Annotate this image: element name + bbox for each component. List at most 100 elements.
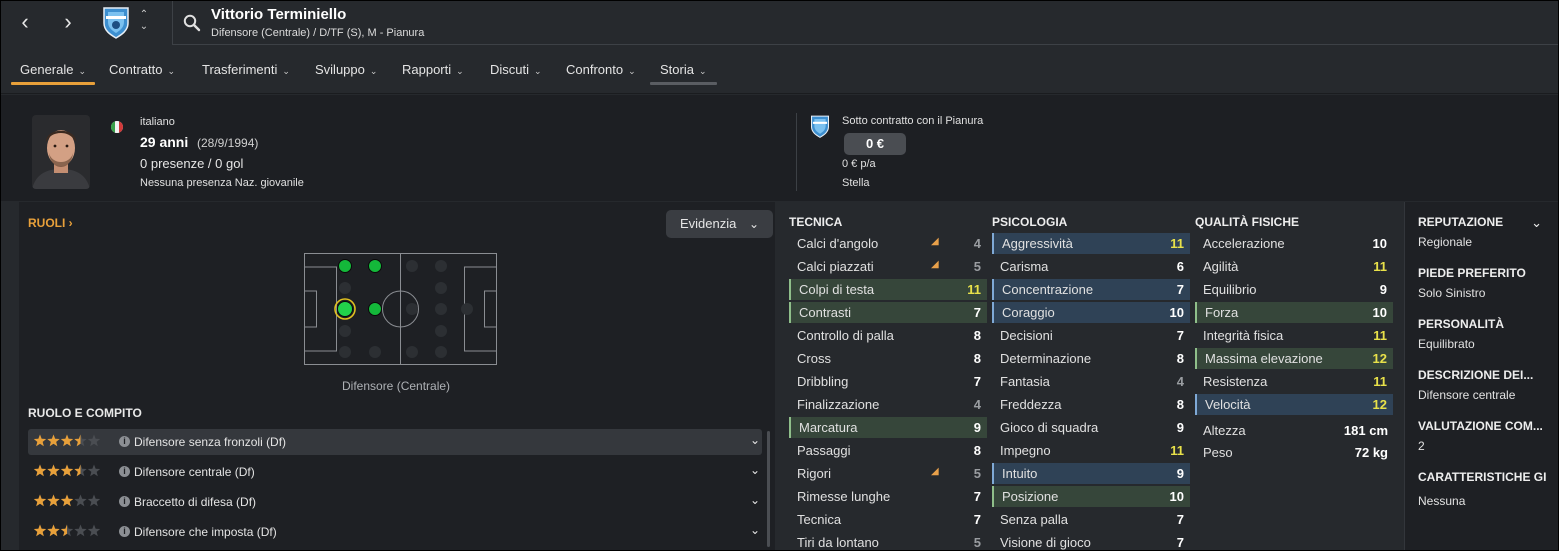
forward-button[interactable]: ›	[54, 9, 82, 37]
attribute-name: Cross	[797, 351, 831, 366]
active-tab-indicator	[11, 82, 95, 85]
attribute-name: Velocità	[1205, 397, 1251, 412]
tab-discuti[interactable]: Discuti ⌄	[490, 62, 542, 77]
info-icon[interactable]: i	[119, 526, 130, 537]
tab-generale[interactable]: Generale ⌄	[20, 62, 86, 77]
scrollbar[interactable]	[767, 431, 770, 547]
attribute-name: Forza	[1205, 305, 1239, 320]
attribute-row[interactable]: Accelerazione 10	[1195, 233, 1393, 254]
info-icon[interactable]: i	[119, 436, 130, 447]
chevron-down-icon[interactable]: ⌄	[1531, 215, 1542, 231]
chevron-down-icon: ⌄	[369, 66, 378, 76]
attribute-row[interactable]: Tecnica 7	[789, 509, 987, 530]
rating-title: VALUTAZIONE COM...	[1418, 419, 1543, 433]
tab-rapporti[interactable]: Rapporti ⌄	[402, 62, 464, 77]
role-row[interactable]: i Braccetto di difesa (Df) ⌄	[28, 489, 762, 515]
attribute-name: Resistenza	[1203, 374, 1268, 389]
attribute-row[interactable]: Intuito 9	[992, 463, 1190, 484]
player-subtitle: Difensore (Centrale) / D/TF (S), M - Pia…	[211, 27, 425, 39]
reputation-value: Regionale	[1418, 235, 1473, 249]
chevron-down-icon: ⌄	[282, 66, 290, 76]
youth-caps: Nessuna presenza Naz. giovanile	[140, 177, 304, 189]
divider	[796, 113, 797, 191]
attribute-row[interactable]: Coraggio 10	[992, 302, 1190, 323]
attribute-row[interactable]: Equilibrio 9	[1195, 279, 1393, 300]
chevron-down-icon[interactable]: ⌄	[750, 523, 760, 537]
attribute-row[interactable]: Calci d'angolo 4 ◢	[789, 233, 987, 254]
attribute-row[interactable]: Impegno 11	[992, 440, 1190, 461]
attribute-row[interactable]: Rimesse lunghe 7	[789, 486, 987, 507]
role-row[interactable]: i Difensore senza fronzoli (Df) ⌄	[28, 429, 762, 455]
position-dot-dl	[338, 259, 352, 273]
attribute-row[interactable]: Calci piazzati 5 ◢	[789, 256, 987, 277]
role-duty-title: RUOLO E COMPITO	[28, 406, 142, 420]
attribute-row[interactable]: Posizione 10	[992, 486, 1190, 507]
attribute-row[interactable]: Aggressività 11	[992, 233, 1190, 254]
attribute-row[interactable]: Colpi di testa 11	[789, 279, 987, 300]
info-icon[interactable]: i	[119, 496, 130, 507]
attribute-row[interactable]: Resistenza 11	[1195, 371, 1393, 392]
attribute-row[interactable]: Carisma 6	[992, 256, 1190, 277]
back-button[interactable]: ‹	[11, 9, 39, 37]
position-dot-wbl	[368, 259, 382, 273]
club-crest-icon[interactable]	[99, 5, 133, 39]
player-info-panel: italiano 29 anni (28/9/1994) 0 presenze …	[1, 95, 1558, 201]
attribute-row[interactable]: Rigori 5 ◢	[789, 463, 987, 484]
attribute-row[interactable]: Fantasia 4	[992, 371, 1190, 392]
attribute-row[interactable]: Determinazione 8	[992, 348, 1190, 369]
squad-status: Stella	[842, 177, 870, 189]
attribute-value: 11	[1373, 259, 1387, 274]
attribute-row[interactable]: Senza palla 7	[992, 509, 1190, 530]
attribute-row[interactable]: Integrità fisica 11	[1195, 325, 1393, 346]
attribute-row[interactable]: Concentrazione 7	[992, 279, 1190, 300]
role-row[interactable]: i Difensore centrale (Df) ⌄	[28, 459, 762, 485]
tab-sviluppo[interactable]: Sviluppo ⌄	[315, 62, 377, 77]
position-dot-dc[interactable]	[337, 301, 353, 317]
tab-trasferimenti[interactable]: Trasferimenti ⌄	[202, 62, 290, 77]
chevron-down-icon[interactable]: ⌄	[750, 433, 760, 447]
italy-flag-icon	[111, 121, 123, 133]
tab-storia[interactable]: Storia ⌄	[660, 62, 707, 77]
attribute-row[interactable]: Velocità 12	[1195, 394, 1393, 415]
attribute-name: Calci d'angolo	[797, 236, 879, 251]
attribute-row[interactable]: Decisioni 7	[992, 325, 1190, 346]
attribute-row[interactable]: Freddezza 8	[992, 394, 1190, 415]
roles-title[interactable]: RUOLI ›	[28, 216, 73, 230]
attribute-row[interactable]: Tiri da lontano 5	[789, 532, 987, 550]
tab-confronto[interactable]: Confronto ⌄	[566, 62, 636, 77]
role-label: Difensore centrale (Df)	[134, 465, 255, 479]
chevron-down-icon[interactable]: ⌄	[750, 463, 760, 477]
attribute-value: 11	[1170, 236, 1184, 251]
attribute-row[interactable]: Dribbling 7	[789, 371, 987, 392]
attribute-row[interactable]: Agilità 11	[1195, 256, 1393, 277]
tab-contratto[interactable]: Contratto ⌄	[109, 62, 175, 77]
height-label: Altezza	[1203, 423, 1246, 438]
psicologia-title: PSICOLOGIA	[992, 215, 1068, 229]
height-value: 181 cm	[1343, 423, 1388, 438]
info-icon[interactable]: i	[119, 466, 130, 477]
tab-label: Sviluppo	[315, 62, 365, 77]
attribute-name: Marcatura	[799, 420, 858, 435]
role-row[interactable]: i Difensore che imposta (Df) ⌄	[28, 519, 762, 545]
training-arrow-icon: ◢	[931, 236, 939, 247]
star-filled-icon	[33, 524, 47, 537]
attribute-name: Rigori	[797, 466, 831, 481]
attribute-row[interactable]: Finalizzazione 4	[789, 394, 987, 415]
transfer-value-badge[interactable]: 0 €	[844, 133, 906, 155]
attribute-row[interactable]: Gioco di squadra 9	[992, 417, 1190, 438]
attribute-row[interactable]: Marcatura 9	[789, 417, 987, 438]
attribute-row[interactable]: Massima elevazione 12	[1195, 348, 1393, 369]
chevron-down-icon[interactable]: ⌄	[750, 493, 760, 507]
chevron-down-icon: ⌄	[167, 66, 176, 76]
highlight-dropdown[interactable]: Evidenzia ⌄	[666, 210, 773, 238]
attribute-value: 6	[1176, 259, 1184, 274]
attribute-row[interactable]: Contrasti 7	[789, 302, 987, 323]
search-icon[interactable]	[183, 14, 201, 32]
attribute-value: 8	[973, 443, 981, 458]
attribute-row[interactable]: Controllo di palla 8	[789, 325, 987, 346]
attribute-row[interactable]: Cross 8	[789, 348, 987, 369]
attribute-row[interactable]: Forza 10	[1195, 302, 1393, 323]
club-switch-arrows[interactable]: ⌃ ⌄	[137, 9, 151, 37]
attribute-row[interactable]: Passaggi 8	[789, 440, 987, 461]
attribute-row[interactable]: Visione di gioco 7	[992, 532, 1190, 550]
